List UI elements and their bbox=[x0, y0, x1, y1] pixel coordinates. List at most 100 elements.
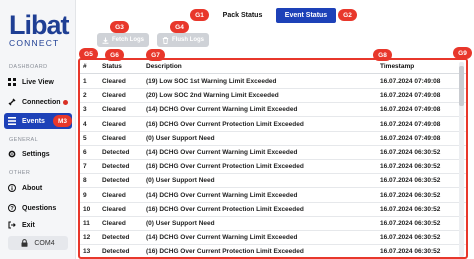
flush-logs-label: Flush Logs bbox=[172, 37, 204, 43]
cell-status: Detected bbox=[102, 234, 130, 242]
trash-icon bbox=[162, 36, 169, 44]
sidebar-item-connection[interactable]: Connection bbox=[4, 94, 72, 110]
cell-description: (14) DCHG Over Current Warning Limit Exc… bbox=[146, 191, 298, 199]
table-row[interactable]: 8 Detected (0) User Support Need 16.07.2024… bbox=[80, 174, 466, 189]
fetch-logs-label: Fetch Logs bbox=[112, 37, 145, 43]
table-row[interactable]: 1 Cleared (19) Low SOC 1st Warning Limit E… bbox=[80, 75, 466, 89]
cell-description: (14) DCHG Over Current Warning Limit Exc… bbox=[146, 106, 298, 114]
grid-icon bbox=[8, 78, 16, 86]
sidebar-item-exit[interactable]: Exit bbox=[4, 217, 72, 233]
badge-g3: G3 bbox=[110, 21, 129, 33]
table-header: # Status Description Timestamp bbox=[80, 60, 466, 74]
cell-timestamp: 16.07.2024 06:30:52 bbox=[380, 205, 441, 213]
cell-timestamp: 16.07.2024 06:30:52 bbox=[380, 248, 441, 256]
badge-g7: G7 bbox=[146, 49, 165, 61]
cell-status: Cleared bbox=[102, 205, 126, 213]
badge-g8: G8 bbox=[373, 49, 392, 61]
cell-timestamp: 16.07.2024 07:49:08 bbox=[380, 106, 441, 114]
cell-num: 3 bbox=[83, 106, 87, 114]
table-row[interactable]: 12 Detected (14) DCHG Over Current Warning… bbox=[80, 231, 466, 246]
cell-timestamp: 16.07.2024 07:49:08 bbox=[380, 120, 441, 128]
cell-description: (14) DCHG Over Current Warning Limit Exc… bbox=[146, 234, 298, 242]
cell-status: Cleared bbox=[102, 106, 126, 114]
table-row[interactable]: 13 Detected (16) DCHG Over Current Protect… bbox=[80, 245, 466, 257]
cell-description: (20) Low SOC 2nd Warning Limit Exceeded bbox=[146, 92, 279, 100]
link-icon bbox=[8, 98, 16, 106]
cell-status: Detected bbox=[102, 149, 130, 156]
exit-icon bbox=[8, 221, 16, 229]
cell-num: 11 bbox=[83, 220, 90, 227]
cell-timestamp: 16.07.2024 06:30:52 bbox=[380, 163, 441, 171]
cell-timestamp: 16.07.2024 07:49:08 bbox=[380, 78, 441, 85]
header-status: Status bbox=[102, 63, 122, 70]
com-port-button[interactable]: COM4 bbox=[8, 236, 68, 250]
gear-icon bbox=[8, 150, 16, 158]
cell-status: Cleared bbox=[102, 120, 126, 128]
download-icon bbox=[102, 37, 109, 44]
fetch-logs-button[interactable]: Fetch Logs bbox=[97, 33, 150, 47]
cell-description: (0) User Support Need bbox=[146, 134, 215, 142]
list-icon bbox=[8, 117, 16, 125]
badge-g4: G4 bbox=[170, 21, 189, 33]
sidebar-item-label: About bbox=[22, 184, 43, 192]
connection-alert-dot bbox=[62, 99, 68, 105]
cell-description: (14) DCHG Over Current Warning Limit Exc… bbox=[146, 149, 298, 156]
header-num: # bbox=[83, 63, 87, 70]
logo-sub-text: CONNECT bbox=[9, 38, 60, 48]
cell-status: Cleared bbox=[102, 220, 126, 227]
sidebar-item-about[interactable]: About bbox=[4, 180, 72, 196]
cell-description: (16) DCHG Over Current Protection Limit … bbox=[146, 120, 304, 128]
cell-status: Detected bbox=[102, 177, 130, 185]
cell-num: 8 bbox=[83, 177, 87, 185]
sidebar-item-questions[interactable]: ? Questions bbox=[4, 200, 72, 216]
table-scrollbar[interactable] bbox=[459, 62, 464, 257]
table-row[interactable]: 11 Cleared (0) User Support Need 16.07.2024… bbox=[80, 217, 466, 231]
cell-description: (16) DCHG Over Current Protection Limit … bbox=[146, 205, 304, 213]
question-icon: ? bbox=[8, 204, 16, 212]
tab-event-status[interactable]: Event Status bbox=[276, 8, 336, 23]
tab-pack-status[interactable]: Pack Status bbox=[210, 8, 275, 23]
cell-num: 10 bbox=[83, 205, 91, 213]
table-row[interactable]: 6 Detected (14) DCHG Over Current Warning … bbox=[80, 146, 466, 160]
logo-main-text: Libat bbox=[9, 10, 70, 40]
table-row[interactable]: 9 Cleared (14) DCHG Over Current Warning L… bbox=[80, 189, 466, 203]
cell-status: Cleared bbox=[102, 78, 126, 85]
cell-num: 7 bbox=[83, 163, 87, 171]
table-row[interactable]: 2 Cleared (20) Low SOC 2nd Warning Limit E… bbox=[80, 89, 466, 104]
section-other: OTHER bbox=[9, 170, 31, 176]
cell-status: Cleared bbox=[102, 134, 126, 142]
table-row[interactable]: 7 Detected (16) DCHG Over Current Protecti… bbox=[80, 160, 466, 175]
sidebar-item-label: Exit bbox=[22, 221, 35, 229]
sidebar-item-settings[interactable]: Settings bbox=[4, 146, 72, 162]
cell-timestamp: 16.07.2024 07:49:08 bbox=[380, 92, 441, 100]
table-row[interactable]: 3 Cleared (14) DCHG Over Current Warning L… bbox=[80, 103, 466, 118]
sidebar-item-live-view[interactable]: Live View bbox=[4, 74, 72, 90]
cell-timestamp: 16.07.2024 07:49:08 bbox=[380, 134, 441, 142]
badge-g9: G9 bbox=[453, 47, 472, 59]
com-port-label: COM4 bbox=[34, 239, 55, 247]
event-table: # Status Description Timestamp 1 Cleared (… bbox=[78, 58, 468, 259]
cell-num: 12 bbox=[83, 234, 91, 242]
table-row[interactable]: 5 Cleared (0) User Support Need 16.07.2024 … bbox=[80, 132, 466, 146]
scrollbar-thumb[interactable] bbox=[459, 66, 464, 106]
table-row[interactable]: 10 Cleared (16) DCHG Over Current Protecti… bbox=[80, 203, 466, 217]
app-logo: Libat CONNECT bbox=[9, 10, 70, 48]
cell-timestamp: 16.07.2024 06:30:52 bbox=[380, 220, 441, 227]
cell-description: (16) DCHG Over Current Protection Limit … bbox=[146, 248, 304, 256]
flush-logs-button[interactable]: Flush Logs bbox=[157, 33, 209, 47]
section-general: GENERAL bbox=[9, 137, 39, 143]
cell-num: 1 bbox=[83, 78, 87, 85]
badge-m3: M3 bbox=[53, 115, 72, 127]
cell-num: 5 bbox=[83, 134, 87, 142]
badge-g5: G5 bbox=[79, 48, 98, 60]
cell-description: (0) User Support Need bbox=[146, 220, 215, 227]
cell-status: Cleared bbox=[102, 191, 126, 199]
cell-num: 4 bbox=[83, 120, 87, 128]
cell-num: 13 bbox=[83, 248, 91, 256]
sidebar-item-label: Settings bbox=[22, 150, 50, 158]
cell-num: 2 bbox=[83, 92, 87, 100]
cell-status: Detected bbox=[102, 163, 130, 171]
sidebar-item-label: Events bbox=[22, 117, 45, 125]
table-row[interactable]: 4 Cleared (16) DCHG Over Current Protectio… bbox=[80, 118, 466, 132]
header-description: Description bbox=[146, 63, 182, 70]
